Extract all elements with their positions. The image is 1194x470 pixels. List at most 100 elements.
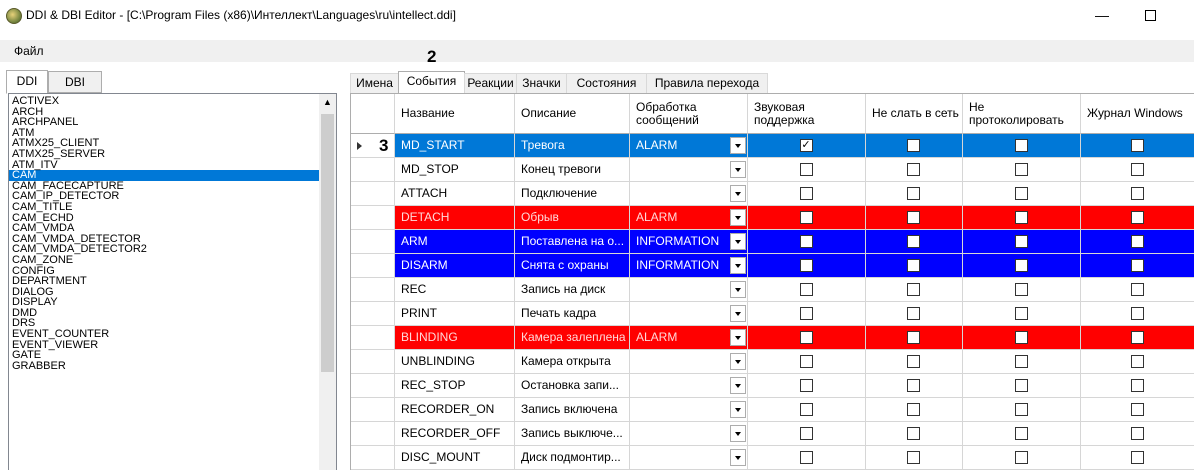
sound-checkbox[interactable] (799, 235, 813, 248)
table-row[interactable]: RECORDER_OFF Запись выключе... (351, 422, 1194, 446)
cell-name[interactable]: DETACH (395, 206, 515, 230)
table-row[interactable]: DETACH Обрыв ALARM (351, 206, 1194, 230)
list-item[interactable]: ATMX25_SERVER (9, 149, 319, 160)
no-log-checkbox[interactable] (1014, 211, 1028, 224)
tab-dbi[interactable]: DBI (48, 71, 102, 93)
windows-log-checkbox[interactable] (1130, 355, 1144, 368)
no-log-checkbox[interactable] (1014, 307, 1028, 320)
row-header[interactable] (351, 230, 395, 254)
no-log-checkbox[interactable] (1014, 235, 1028, 248)
sound-checkbox[interactable] (799, 451, 813, 464)
windows-log-checkbox[interactable] (1130, 211, 1144, 224)
list-item[interactable]: GRABBER (9, 361, 319, 372)
no-log-checkbox[interactable] (1014, 355, 1028, 368)
sound-checkbox[interactable] (799, 211, 813, 224)
cell-name[interactable]: MD_START (395, 134, 515, 158)
cell-description[interactable]: Запись на диск (515, 278, 630, 302)
cell-description[interactable]: Камера открыта (515, 350, 630, 374)
cell-description[interactable]: Обрыв (515, 206, 630, 230)
no-log-checkbox[interactable] (1014, 139, 1028, 152)
windows-log-checkbox[interactable] (1130, 283, 1144, 296)
cell-processing[interactable] (630, 350, 748, 374)
cell-name[interactable]: DISC_MOUNT (395, 446, 515, 470)
table-row[interactable]: ARM Поставлена на о... INFORMATION (351, 230, 1194, 254)
dropdown-arrow-icon[interactable] (730, 425, 746, 442)
list-item[interactable]: EVENT_VIEWER (9, 339, 319, 351)
table-row[interactable]: REC_STOP Остановка запи... (351, 374, 1194, 398)
windows-log-checkbox[interactable] (1130, 235, 1144, 248)
windows-log-checkbox[interactable] (1130, 379, 1144, 392)
no-network-checkbox[interactable] (907, 259, 920, 272)
cell-description[interactable]: Остановка запи... (515, 374, 630, 398)
header-sound[interactable]: Звуковая поддержка (748, 94, 866, 134)
windows-log-checkbox[interactable] (1130, 307, 1144, 320)
windows-log-checkbox[interactable] (1130, 259, 1144, 272)
table-row[interactable]: BLINDING Камера залеплена ALARM (351, 326, 1194, 350)
sound-checkbox[interactable] (799, 355, 813, 368)
header-no-network[interactable]: Не слать в сеть (866, 94, 963, 134)
cell-processing[interactable] (630, 278, 748, 302)
cell-description[interactable]: Диск подмонтир... (515, 446, 630, 470)
list-item[interactable]: CAM_TITLE (9, 202, 319, 213)
table-row[interactable]: DISC_MOUNT Диск подмонтир... (351, 446, 1194, 470)
sound-checkbox[interactable] (799, 187, 813, 200)
no-log-checkbox[interactable] (1014, 187, 1028, 200)
cell-name[interactable]: BLINDING (395, 326, 515, 350)
row-header[interactable] (351, 398, 395, 422)
no-network-checkbox[interactable] (907, 163, 920, 176)
no-network-checkbox[interactable] (907, 451, 920, 464)
row-header[interactable] (351, 182, 395, 206)
object-list[interactable]: ACTIVEX ARCH ARCHPANEL ATM ATMX25_CLIENT ATMX… (8, 93, 337, 470)
no-network-checkbox[interactable] (907, 307, 920, 320)
cell-name[interactable]: ATTACH (395, 182, 515, 206)
row-header[interactable] (351, 278, 395, 302)
tab-1[interactable]: События (398, 71, 465, 94)
no-network-checkbox[interactable] (907, 235, 920, 248)
dropdown-arrow-icon[interactable] (730, 401, 746, 418)
row-header[interactable] (351, 302, 395, 326)
cell-name[interactable]: REC (395, 278, 515, 302)
cell-name[interactable]: PRINT (395, 302, 515, 326)
cell-description[interactable]: Печать кадра (515, 302, 630, 326)
cell-processing[interactable]: INFORMATION (630, 254, 748, 278)
no-network-checkbox[interactable] (907, 331, 920, 344)
row-header[interactable] (351, 254, 395, 278)
no-log-checkbox[interactable] (1014, 379, 1028, 392)
cell-processing[interactable] (630, 398, 748, 422)
cell-processing[interactable] (630, 446, 748, 470)
row-header[interactable] (351, 206, 395, 230)
tab-2[interactable]: Реакции (464, 73, 517, 94)
cell-processing[interactable] (630, 158, 748, 182)
row-header[interactable] (351, 422, 395, 446)
tab-4[interactable]: Состояния (566, 73, 647, 94)
sound-checkbox[interactable]: ✓ (799, 139, 813, 152)
dropdown-arrow-icon[interactable] (730, 185, 746, 202)
row-header[interactable] (351, 158, 395, 182)
windows-log-checkbox[interactable] (1130, 451, 1144, 464)
no-network-checkbox[interactable] (907, 427, 920, 440)
windows-log-checkbox[interactable] (1130, 331, 1144, 344)
no-network-checkbox[interactable] (907, 283, 920, 296)
header-windows-log[interactable]: Журнал Windows (1081, 94, 1194, 134)
no-log-checkbox[interactable] (1014, 331, 1028, 344)
sound-checkbox[interactable] (799, 403, 813, 416)
sound-checkbox[interactable] (799, 331, 813, 344)
tab-ddi[interactable]: DDI (6, 70, 48, 94)
minimize-button[interactable]: — (1092, 6, 1112, 24)
no-network-checkbox[interactable] (907, 379, 920, 392)
tab-3[interactable]: Значки (516, 73, 567, 94)
cell-name[interactable]: MD_STOP (395, 158, 515, 182)
list-item[interactable]: DMD (9, 308, 319, 319)
cell-processing[interactable]: ALARM (630, 206, 748, 230)
dropdown-arrow-icon[interactable] (730, 449, 746, 466)
windows-log-checkbox[interactable] (1130, 139, 1144, 152)
list-item[interactable]: ACTIVEX (9, 96, 319, 107)
table-row[interactable]: REC Запись на диск (351, 278, 1194, 302)
dropdown-arrow-icon[interactable] (730, 281, 746, 298)
scroll-up-arrow-icon[interactable]: ▲ (319, 94, 336, 111)
no-log-checkbox[interactable] (1014, 283, 1028, 296)
table-row[interactable]: UNBLINDING Камера открыта (351, 350, 1194, 374)
dropdown-arrow-icon[interactable] (730, 209, 746, 226)
cell-description[interactable]: Камера залеплена (515, 326, 630, 350)
cell-processing[interactable]: ALARM (630, 134, 748, 158)
